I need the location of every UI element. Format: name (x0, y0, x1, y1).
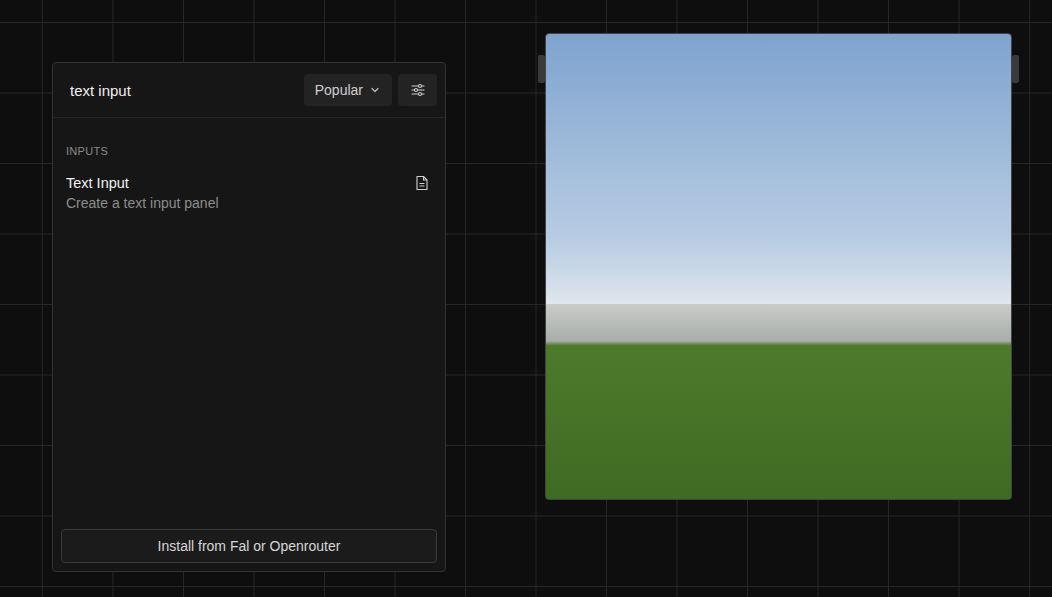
output-handle[interactable] (1012, 55, 1019, 83)
sort-dropdown[interactable]: Popular (304, 74, 392, 106)
section-label: INPUTS (66, 145, 429, 157)
node-item[interactable]: Text Input Create a text input panel (66, 175, 429, 211)
node-picker-panel: text input Popular INPUTS Text Input Cre… (52, 62, 446, 572)
document-icon (415, 175, 429, 191)
filter-button[interactable] (398, 74, 437, 106)
photo (545, 33, 1012, 500)
canvas[interactable]: text input Popular INPUTS Text Input Cre… (0, 0, 1052, 597)
panel-header: text input Popular (53, 63, 445, 118)
sliders-icon (411, 83, 425, 97)
install-button[interactable]: Install from Fal or Openrouter (61, 529, 437, 563)
sort-label: Popular (315, 82, 363, 98)
search-field[interactable]: text input (70, 82, 298, 99)
input-handle[interactable] (538, 55, 545, 83)
image-node[interactable] (545, 33, 1012, 500)
panel-footer: Install from Fal or Openrouter (53, 521, 445, 571)
item-description: Create a text input panel (66, 195, 219, 211)
chevron-down-icon (370, 85, 380, 95)
panel-body: INPUTS Text Input Create a text input pa… (53, 118, 445, 521)
item-title: Text Input (66, 175, 219, 191)
